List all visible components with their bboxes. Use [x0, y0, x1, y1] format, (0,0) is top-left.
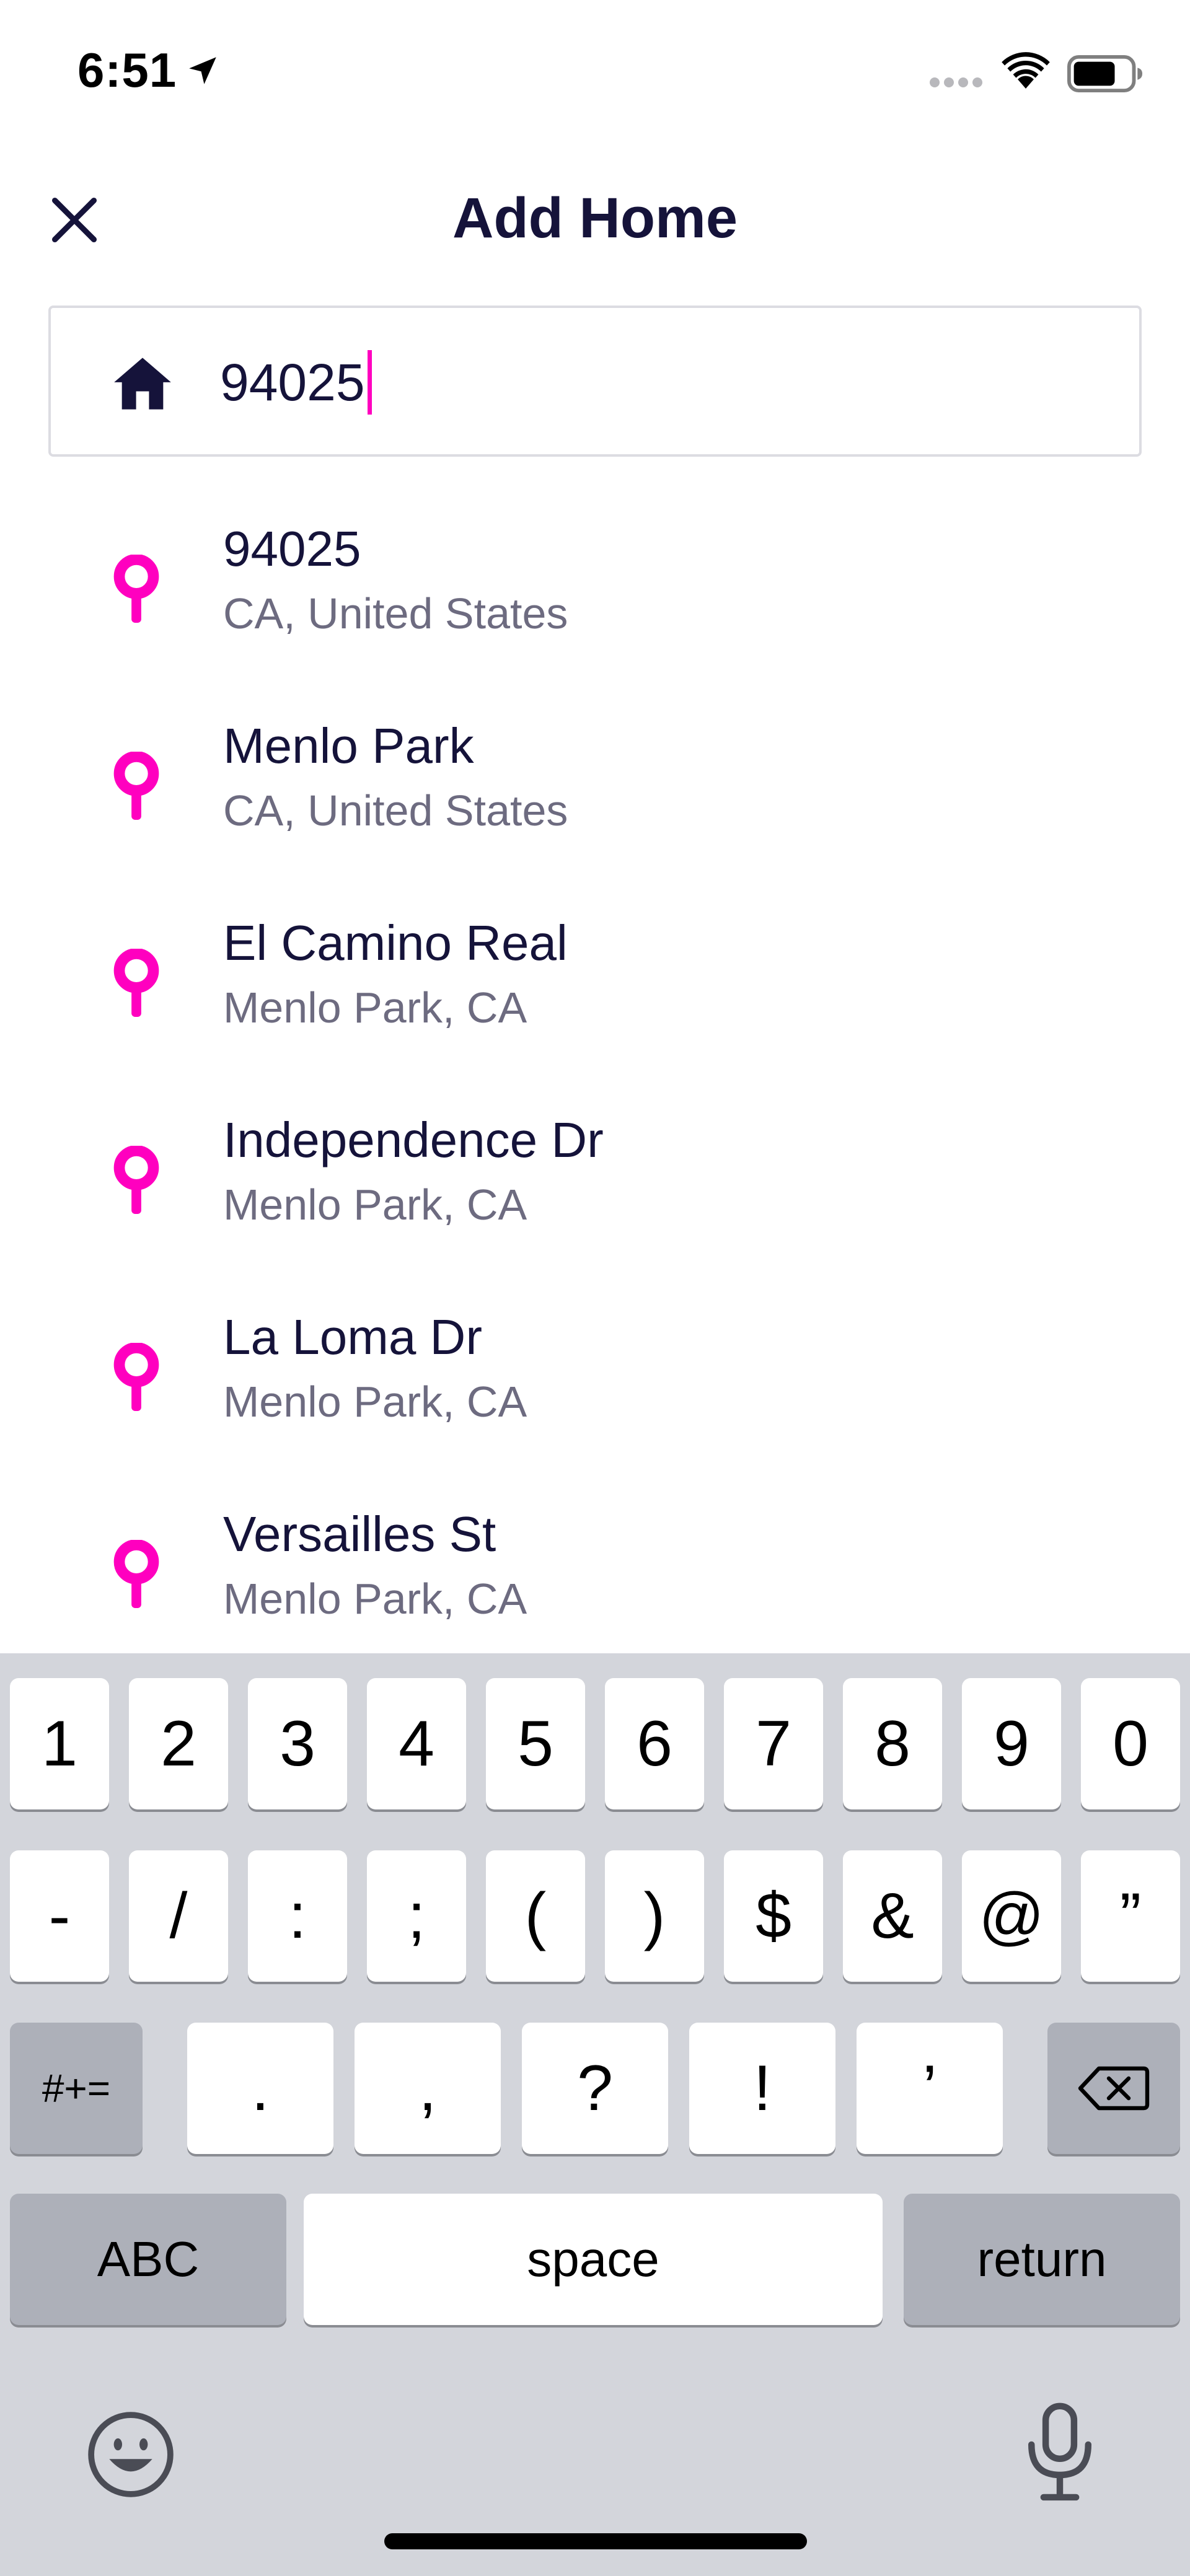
cellular-signal-icon — [930, 77, 987, 90]
key-3[interactable]: 3 — [248, 1678, 347, 1809]
emoji-icon[interactable] — [86, 2409, 176, 2500]
key-at[interactable]: @ — [962, 1850, 1061, 1982]
location-pin-icon — [113, 1540, 159, 1608]
space-key[interactable]: space — [304, 2194, 883, 2325]
result-subtitle: CA, United States — [223, 589, 568, 638]
key-close-paren[interactable]: ) — [605, 1850, 704, 1982]
key-2[interactable]: 2 — [129, 1678, 228, 1809]
delete-key[interactable] — [1047, 2023, 1180, 2154]
result-title: Versailles St — [223, 1506, 496, 1562]
list-item[interactable]: El Camino Real Menlo Park, CA — [0, 890, 1190, 1087]
key-period[interactable]: . — [187, 2023, 333, 2154]
return-key[interactable]: return — [904, 2194, 1180, 2325]
key-dollar[interactable]: $ — [724, 1850, 823, 1982]
result-subtitle: Menlo Park, CA — [223, 983, 527, 1032]
location-pin-icon — [113, 1146, 159, 1214]
search-field-value[interactable]: 94025 — [220, 350, 372, 415]
text-cursor — [367, 350, 372, 415]
microphone-icon[interactable] — [1016, 2400, 1103, 2505]
battery-icon — [1067, 55, 1143, 93]
key-question[interactable]: ? — [522, 2023, 668, 2154]
key-hyphen[interactable]: - — [10, 1850, 109, 1982]
backspace-icon — [1078, 2066, 1150, 2111]
result-title: Menlo Park — [223, 718, 474, 773]
location-pin-icon — [113, 949, 159, 1017]
location-pin-icon — [113, 752, 159, 820]
home-indicator — [384, 2533, 807, 2549]
location-pin-icon — [113, 1343, 159, 1411]
status-bar: 6:51 — [0, 0, 1190, 143]
status-time: 6:51 — [77, 43, 177, 97]
result-title: La Loma Dr — [223, 1309, 482, 1365]
location-arrow-icon — [189, 57, 216, 84]
key-4[interactable]: 4 — [367, 1678, 466, 1809]
key-apostrophe[interactable]: ’ — [857, 2023, 1003, 2154]
key-6[interactable]: 6 — [605, 1678, 704, 1809]
wifi-icon — [1002, 52, 1050, 89]
page-title: Add Home — [452, 187, 738, 250]
home-icon — [114, 358, 171, 410]
abc-key[interactable]: ABC — [10, 2194, 286, 2325]
key-quote[interactable]: ” — [1081, 1850, 1180, 1982]
result-subtitle: Menlo Park, CA — [223, 1180, 527, 1229]
key-semicolon[interactable]: ; — [367, 1850, 466, 1982]
key-0[interactable]: 0 — [1081, 1678, 1180, 1809]
result-subtitle: Menlo Park, CA — [223, 1575, 527, 1623]
list-item[interactable]: 94025 CA, United States — [0, 496, 1190, 693]
list-item[interactable]: La Loma Dr Menlo Park, CA — [0, 1284, 1190, 1481]
result-title: 94025 — [223, 521, 361, 576]
result-subtitle: CA, United States — [223, 786, 568, 835]
key-1[interactable]: 1 — [10, 1678, 109, 1809]
keyboard: 1 2 3 4 5 6 7 8 9 0 - / : ; ( ) $ & @ ” … — [0, 1653, 1190, 2576]
search-input[interactable]: 94025 — [48, 306, 1142, 457]
result-title: El Camino Real — [223, 915, 568, 970]
key-9[interactable]: 9 — [962, 1678, 1061, 1809]
key-slash[interactable]: / — [129, 1850, 228, 1982]
key-7[interactable]: 7 — [724, 1678, 823, 1809]
key-comma[interactable]: , — [355, 2023, 501, 2154]
location-pin-icon — [113, 555, 159, 623]
search-text: 94025 — [220, 353, 365, 411]
key-8[interactable]: 8 — [843, 1678, 942, 1809]
key-5[interactable]: 5 — [486, 1678, 585, 1809]
key-colon[interactable]: : — [248, 1850, 347, 1982]
symbols-toggle-key[interactable]: #+= — [10, 2023, 143, 2154]
key-exclamation[interactable]: ! — [689, 2023, 835, 2154]
key-ampersand[interactable]: & — [843, 1850, 942, 1982]
list-item[interactable]: Independence Dr Menlo Park, CA — [0, 1087, 1190, 1284]
result-subtitle: Menlo Park, CA — [223, 1378, 527, 1426]
result-title: Independence Dr — [223, 1112, 604, 1167]
key-open-paren[interactable]: ( — [486, 1850, 585, 1982]
list-item[interactable]: Menlo Park CA, United States — [0, 693, 1190, 890]
list-item[interactable]: Versailles St Menlo Park, CA — [0, 1481, 1190, 1678]
